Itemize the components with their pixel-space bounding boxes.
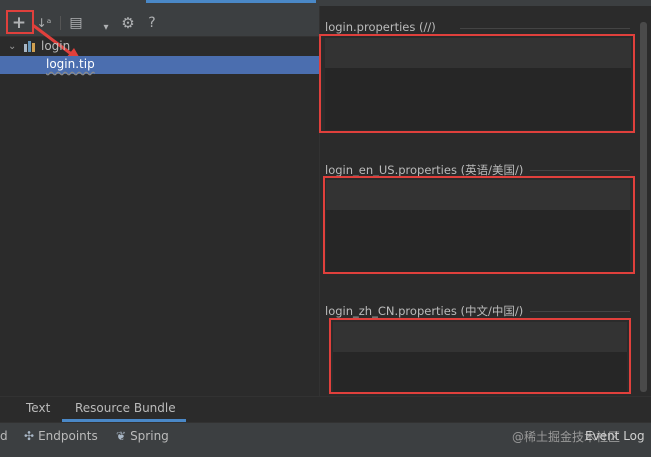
editor-highlight-en-us — [323, 176, 635, 274]
tab-resource-bundle[interactable]: Resource Bundle — [75, 401, 176, 415]
resource-bundle-icon — [24, 40, 36, 52]
tab-text[interactable]: Text — [26, 401, 50, 415]
chevron-down-icon: ▾ — [103, 22, 109, 33]
spring-leaf-icon: ❦ — [116, 429, 127, 443]
help-icon: ? — [148, 15, 156, 31]
section-title-default: login.properties (//) — [325, 20, 436, 34]
section-divider — [460, 28, 630, 29]
tool-window-bar: d ✣ Endpoints ❦ Spring @稀土掘金技术社区 Event Log — [0, 422, 651, 457]
endpoints-tool-button[interactable]: ✣ Endpoints — [24, 429, 98, 443]
spring-tool-button[interactable]: ❦ Spring — [116, 429, 169, 443]
endpoints-icon: ✣ — [24, 429, 35, 443]
options-dropdown-button[interactable]: ▾ — [100, 19, 112, 37]
settings-button[interactable]: ⚙ — [118, 14, 138, 32]
vertical-scrollbar[interactable] — [640, 22, 647, 392]
editor-highlight-zh-cn — [329, 318, 631, 394]
tree-item-label: login.tip — [46, 57, 95, 71]
section-title-zh-cn: login_zh_CN.properties (中文/中国/) — [325, 304, 524, 318]
help-button[interactable]: ? — [144, 14, 160, 32]
gear-icon: ⚙ — [121, 14, 135, 32]
section-divider — [530, 311, 630, 312]
editor-highlight-default — [319, 34, 635, 133]
chevron-down-icon[interactable]: ⌄ — [8, 41, 24, 52]
cut-off-tool-label[interactable]: d — [0, 429, 8, 443]
event-log-button[interactable]: Event Log — [585, 429, 645, 443]
spring-label: Spring — [130, 429, 169, 443]
section-divider — [530, 170, 630, 171]
active-editor-tab[interactable] — [146, 0, 316, 3]
tree-root-label: login — [41, 39, 71, 53]
endpoints-label: Endpoints — [38, 429, 98, 443]
tree-item-selected[interactable]: login.tip — [0, 56, 319, 74]
tree-root-node[interactable]: ⌄ login — [8, 38, 70, 54]
